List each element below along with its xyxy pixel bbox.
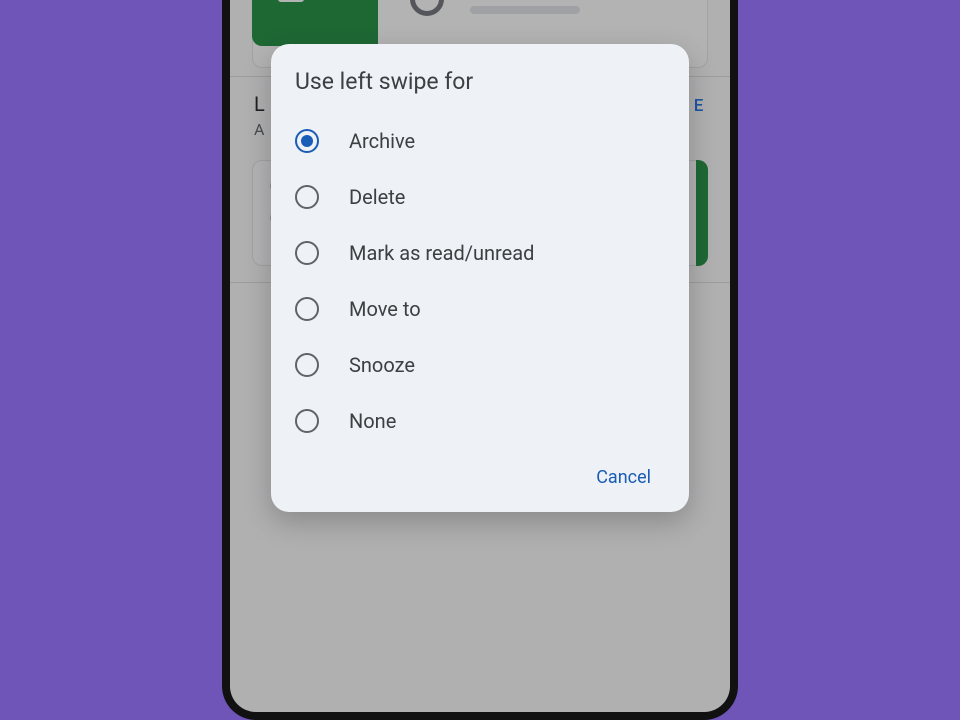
- screen: L A E Use left swipe for Archive Delete …: [230, 0, 730, 712]
- option-label: Mark as read/unread: [349, 241, 534, 265]
- radio-icon: [295, 129, 319, 153]
- radio-icon: [295, 297, 319, 321]
- radio-icon: [295, 241, 319, 265]
- radio-icon: [295, 185, 319, 209]
- option-delete[interactable]: Delete: [295, 169, 665, 225]
- cancel-button[interactable]: Cancel: [582, 457, 665, 498]
- dialog-title: Use left swipe for: [295, 68, 665, 95]
- option-label: Move to: [349, 297, 421, 321]
- option-snooze[interactable]: Snooze: [295, 337, 665, 393]
- option-label: Snooze: [349, 353, 415, 377]
- radio-icon: [295, 409, 319, 433]
- option-none[interactable]: None: [295, 393, 665, 449]
- option-move-to[interactable]: Move to: [295, 281, 665, 337]
- option-label: Archive: [349, 129, 415, 153]
- option-label: Delete: [349, 185, 405, 209]
- phone-frame: L A E Use left swipe for Archive Delete …: [222, 0, 738, 720]
- option-label: None: [349, 409, 396, 433]
- radio-icon: [295, 353, 319, 377]
- dialog-actions: Cancel: [295, 457, 665, 498]
- option-archive[interactable]: Archive: [295, 113, 665, 169]
- option-mark-read-unread[interactable]: Mark as read/unread: [295, 225, 665, 281]
- swipe-action-dialog: Use left swipe for Archive Delete Mark a…: [271, 44, 689, 512]
